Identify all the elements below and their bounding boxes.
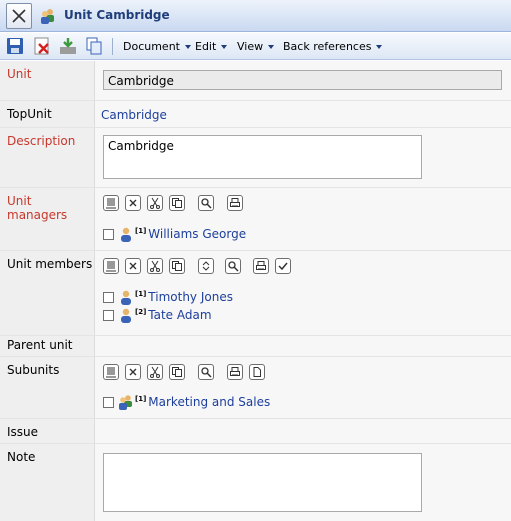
search-icon: [228, 261, 239, 272]
row-unit-members: Unit members [1] Timothy Jones [2] Tate …: [0, 251, 511, 336]
window-title: Unit Cambridge: [64, 8, 170, 22]
select-button[interactable]: [103, 364, 119, 380]
unit-member-link[interactable]: Timothy Jones: [148, 290, 233, 304]
search-button[interactable]: [198, 195, 214, 211]
search-icon: [201, 367, 212, 378]
scissors-icon: [150, 366, 160, 378]
unit-member-link[interactable]: Tate Adam: [148, 308, 211, 322]
subunits-label: Subunits: [7, 363, 60, 377]
row-unit: Unit Cambridge: [0, 61, 511, 101]
copy-icon[interactable]: [85, 37, 103, 55]
sort-icon: [202, 261, 210, 271]
search-button[interactable]: [225, 258, 241, 274]
row-top-unit: TopUnit Cambridge: [0, 101, 511, 128]
window-titlebar: Unit Cambridge: [0, 0, 511, 32]
document-icon: [253, 367, 261, 377]
top-unit-label: TopUnit: [7, 107, 52, 121]
person-icon: [121, 290, 131, 305]
search-button[interactable]: [198, 364, 214, 380]
select-button[interactable]: [103, 195, 119, 211]
print-icon: [230, 198, 240, 207]
copy-button[interactable]: [169, 364, 185, 380]
unit-name-field[interactable]: Cambridge: [103, 70, 502, 90]
save-icon[interactable]: [6, 37, 24, 55]
select-checkbox[interactable]: [103, 291, 114, 303]
select-checkbox[interactable]: [103, 228, 114, 240]
toolbar: Document Edit View Back references: [0, 33, 511, 60]
chevron-down-icon: [376, 45, 383, 49]
list-icon: [106, 261, 116, 272]
row-note: Note: [0, 444, 511, 521]
print-button[interactable]: [253, 258, 269, 274]
print-icon: [230, 367, 240, 376]
close-button[interactable]: [6, 3, 32, 29]
search-icon: [201, 198, 212, 209]
list-icon: [106, 367, 116, 378]
remove-button[interactable]: [125, 364, 141, 380]
row-unit-managers: Unit managers [1] Williams George: [0, 188, 511, 251]
toolbar-separator: [112, 38, 113, 55]
close-icon: [129, 199, 137, 207]
select-button[interactable]: [103, 258, 119, 274]
remove-button[interactable]: [125, 195, 141, 211]
unit-icon: [119, 395, 132, 410]
note-field[interactable]: [103, 453, 422, 512]
chevron-down-icon: [268, 45, 275, 49]
copy-icon: [172, 198, 182, 208]
list-icon: [106, 198, 116, 209]
copy-icon: [172, 367, 182, 377]
check-button[interactable]: [275, 258, 291, 274]
close-icon: [129, 368, 137, 376]
unit-manager-link[interactable]: Williams George: [148, 227, 246, 241]
print-button[interactable]: [227, 195, 243, 211]
select-checkbox[interactable]: [103, 396, 114, 408]
menu-view[interactable]: View: [237, 40, 275, 53]
unit-members-label: Unit members: [7, 257, 93, 271]
menu-document[interactable]: Document: [123, 40, 191, 53]
list-item: [1] Williams George: [103, 226, 246, 242]
close-icon: [129, 262, 137, 270]
close-icon: [12, 9, 26, 23]
download-icon[interactable]: [59, 37, 77, 55]
row-subunits: Subunits [1] Marketing and Sales: [0, 357, 511, 419]
subunit-link[interactable]: Marketing and Sales: [148, 395, 270, 409]
copy-button[interactable]: [169, 195, 185, 211]
unit-label: Unit: [7, 67, 32, 81]
scissors-icon: [150, 260, 160, 272]
top-unit-link[interactable]: Cambridge: [101, 108, 167, 122]
chevron-down-icon: [221, 45, 228, 49]
print-icon: [256, 261, 266, 270]
cut-button[interactable]: [147, 258, 163, 274]
menu-edit[interactable]: Edit: [195, 40, 228, 53]
remove-button[interactable]: [125, 258, 141, 274]
reorder-button[interactable]: [198, 258, 214, 274]
description-field[interactable]: Cambridge: [103, 135, 422, 179]
scissors-icon: [150, 197, 160, 209]
checkmark-icon: [278, 262, 288, 271]
person-icon: [121, 227, 131, 242]
list-item: [1] Marketing and Sales: [103, 394, 270, 410]
copy-icon: [172, 261, 182, 271]
person-icon: [121, 308, 131, 323]
row-issue: Issue: [0, 419, 511, 444]
unit-icon: [41, 9, 54, 24]
select-checkbox[interactable]: [103, 309, 114, 321]
list-item: [1] Timothy Jones: [103, 289, 233, 305]
cut-button[interactable]: [147, 364, 163, 380]
row-description: Description Cambridge: [0, 128, 511, 188]
menu-back-references[interactable]: Back references: [283, 40, 383, 53]
list-item: [2] Tate Adam: [103, 307, 212, 323]
new-document-button[interactable]: [249, 364, 265, 380]
delete-icon[interactable]: [33, 37, 51, 55]
note-label: Note: [7, 450, 36, 464]
parent-unit-label: Parent unit: [7, 338, 73, 352]
copy-button[interactable]: [169, 258, 185, 274]
print-button[interactable]: [227, 364, 243, 380]
issue-label: Issue: [7, 425, 39, 439]
cut-button[interactable]: [147, 195, 163, 211]
unit-managers-label: Unit managers: [7, 194, 68, 222]
description-label: Description: [7, 134, 76, 148]
row-parent-unit: Parent unit: [0, 336, 511, 357]
chevron-down-icon: [185, 45, 191, 49]
